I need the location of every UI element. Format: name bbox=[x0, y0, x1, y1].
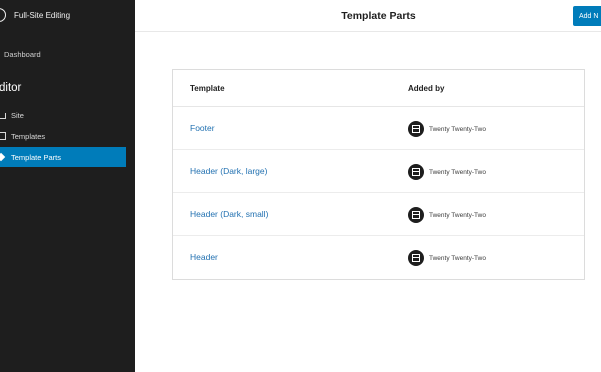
layout-icon bbox=[408, 121, 424, 137]
table-row: Header Twenty Twenty-Two bbox=[173, 236, 584, 279]
layout-icon bbox=[408, 250, 424, 266]
top-bar: Template Parts Add N bbox=[135, 0, 601, 32]
add-new-button[interactable]: Add N bbox=[573, 6, 601, 26]
site-header[interactable]: Full-Site Editing bbox=[0, 0, 135, 32]
wordpress-logo-icon[interactable] bbox=[0, 8, 6, 22]
table-row: Header (Dark, small) Twenty Twenty-Two bbox=[173, 193, 584, 236]
table-row: Footer Twenty Twenty-Two bbox=[173, 107, 584, 150]
added-by-label: Twenty Twenty-Two bbox=[429, 255, 486, 262]
layout-icon bbox=[408, 207, 424, 223]
sidebar-item-label: Template Parts bbox=[11, 152, 62, 162]
column-header-added-by: Added by bbox=[408, 84, 445, 93]
template-part-link[interactable]: Header bbox=[190, 252, 218, 262]
template-part-link[interactable]: Header (Dark, small) bbox=[190, 209, 268, 219]
sidebar-item-label: Templates bbox=[11, 131, 46, 141]
template-part-link[interactable]: Header (Dark, large) bbox=[190, 166, 267, 176]
dashboard-link[interactable]: Dashboard bbox=[4, 50, 41, 59]
template-part-link[interactable]: Footer bbox=[190, 123, 215, 133]
template-parts-table: Template Added by Footer Twenty Twenty-T… bbox=[172, 69, 585, 280]
sidebar-item-templates[interactable]: Templates bbox=[0, 126, 126, 146]
added-by-label: Twenty Twenty-Two bbox=[429, 126, 486, 133]
added-by-label: Twenty Twenty-Two bbox=[429, 212, 486, 219]
sidebar-item-site[interactable]: Site bbox=[0, 105, 126, 125]
editor-heading: ditor bbox=[0, 82, 22, 94]
symbol-icon bbox=[0, 152, 6, 162]
site-title: Full-Site Editing bbox=[14, 11, 71, 20]
layout-icon bbox=[0, 132, 6, 140]
added-by-label: Twenty Twenty-Two bbox=[429, 169, 486, 176]
sidebar-item-template-parts[interactable]: Template Parts bbox=[0, 147, 126, 167]
layout-icon bbox=[408, 164, 424, 180]
table-header: Template Added by bbox=[173, 70, 584, 107]
sidebar-item-label: Site bbox=[11, 110, 24, 120]
table-row: Header (Dark, large) Twenty Twenty-Two bbox=[173, 150, 584, 193]
sidebar: Full-Site Editing Dashboard ditor Site T… bbox=[0, 0, 135, 372]
home-icon bbox=[0, 113, 6, 119]
page-title: Template Parts bbox=[341, 10, 416, 22]
column-header-template: Template bbox=[190, 84, 225, 93]
